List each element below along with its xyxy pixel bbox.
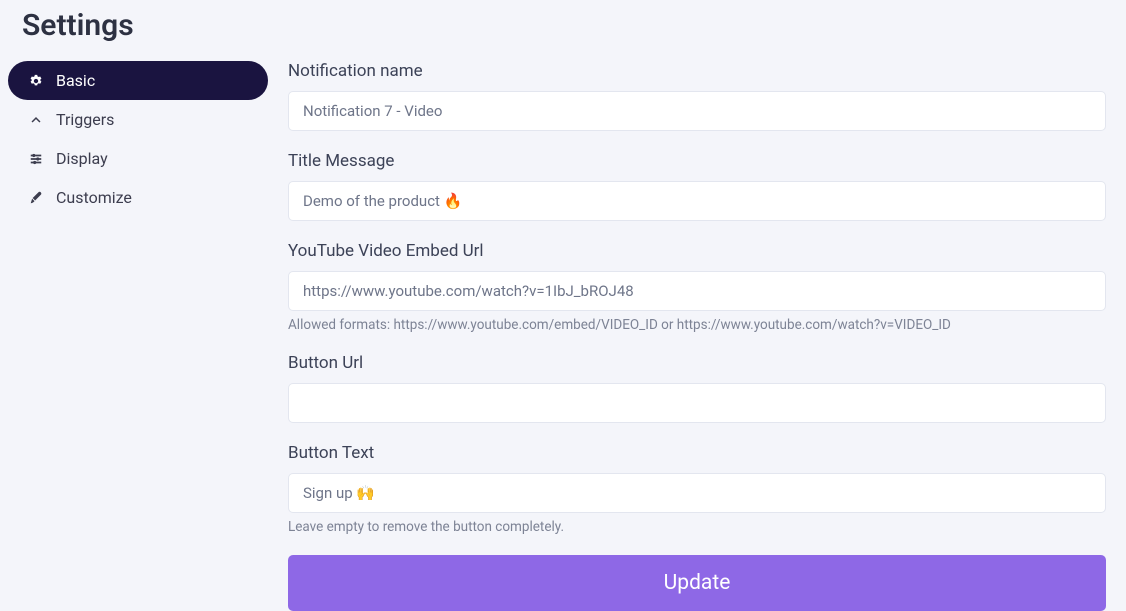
button-url-input[interactable]: [288, 383, 1106, 423]
button-text-input[interactable]: [288, 473, 1106, 513]
notification-name-input[interactable]: [288, 91, 1106, 131]
sidebar-item-label: Customize: [56, 188, 132, 207]
sidebar-item-label: Triggers: [56, 110, 114, 129]
youtube-url-label: YouTube Video Embed Url: [288, 241, 1106, 261]
update-button[interactable]: Update: [288, 555, 1106, 611]
sidebar-item-display[interactable]: Display: [8, 139, 268, 178]
notification-name-label: Notification name: [288, 61, 1106, 81]
sidebar-item-customize[interactable]: Customize: [8, 178, 268, 217]
sidebar-item-basic[interactable]: Basic: [8, 61, 268, 100]
sidebar-item-label: Basic: [56, 71, 95, 90]
youtube-url-input[interactable]: [288, 271, 1106, 311]
chevron-up-icon: [28, 112, 44, 128]
brush-icon: [28, 190, 44, 206]
youtube-url-help: Allowed formats: https://www.youtube.com…: [288, 317, 1106, 333]
button-text-help: Leave empty to remove the button complet…: [288, 519, 1106, 535]
sliders-icon: [28, 151, 44, 167]
page-title: Settings: [8, 0, 1118, 61]
gear-icon: [28, 73, 44, 89]
sidebar-item-label: Display: [56, 149, 108, 168]
button-text-label: Button Text: [288, 443, 1106, 463]
sidebar-item-triggers[interactable]: Triggers: [8, 100, 268, 139]
title-message-label: Title Message: [288, 151, 1106, 171]
button-url-label: Button Url: [288, 353, 1106, 373]
settings-sidebar: Basic Triggers Display Customize: [8, 61, 268, 611]
title-message-input[interactable]: [288, 181, 1106, 221]
settings-form: Notification name Title Message YouTube …: [288, 61, 1118, 611]
